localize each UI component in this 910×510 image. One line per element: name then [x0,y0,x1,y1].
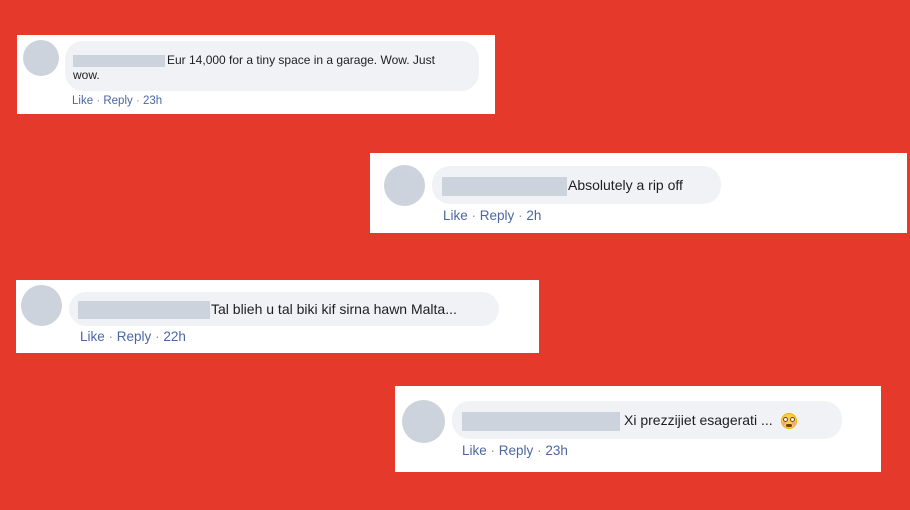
flushed-face-icon [780,413,797,430]
reply-link[interactable]: Reply [103,95,132,107]
comment-bubble: Eur 14,000 for a tiny space in a garage.… [65,41,479,91]
separator: · [108,329,114,344]
separator: · [490,443,496,458]
timestamp[interactable]: 22h [163,329,186,344]
comment-actions: Like · Reply · 23h [72,95,162,107]
redacted-author-name [73,54,165,67]
reply-link[interactable]: Reply [499,443,534,458]
separator: · [537,443,542,458]
timestamp[interactable]: 23h [143,95,162,107]
separator: · [96,95,101,107]
comment-card: Absolutely a rip off Like · Reply · 2h [370,153,907,233]
comment-actions: Like · Reply · 22h [80,329,186,344]
like-link[interactable]: Like [462,443,487,458]
comment-card: Eur 14,000 for a tiny space in a garage.… [17,35,495,114]
avatar[interactable] [384,165,425,206]
comment-bubble: Absolutely a rip off [432,166,721,204]
redacted-author-name [442,176,567,196]
comment-text: Absolutely a rip off [568,177,683,193]
comment-actions: Like · Reply · 2h [443,208,541,223]
timestamp[interactable]: 23h [545,443,568,458]
like-link[interactable]: Like [443,208,468,223]
separator: · [135,95,140,107]
comment-card: Xi prezzijiet esagerati ... Like · Reply… [395,386,881,472]
separator: · [155,329,160,344]
comment-card: Tal blieh u tal biki kif sirna hawn Malt… [16,280,539,353]
comment-text: Xi prezzijiet esagerati ... [624,412,773,428]
comment-text: Tal blieh u tal biki kif sirna hawn Malt… [211,301,457,317]
separator: · [518,208,523,223]
redacted-author-name [462,411,620,431]
avatar[interactable] [23,40,59,76]
timestamp[interactable]: 2h [526,208,541,223]
like-link[interactable]: Like [80,329,105,344]
like-link[interactable]: Like [72,95,93,107]
reply-link[interactable]: Reply [480,208,515,223]
separator: · [471,208,477,223]
redacted-author-name [78,301,210,320]
reply-link[interactable]: Reply [117,329,152,344]
comment-bubble: Tal blieh u tal biki kif sirna hawn Malt… [69,292,499,326]
comment-text: Eur 14,000 for a tiny space in a garage.… [167,53,435,67]
avatar[interactable] [21,285,62,326]
comment-actions: Like · Reply · 23h [462,443,568,458]
comment-bubble: Xi prezzijiet esagerati ... [452,401,842,439]
avatar[interactable] [402,400,445,443]
comment-text: wow. [73,68,100,82]
